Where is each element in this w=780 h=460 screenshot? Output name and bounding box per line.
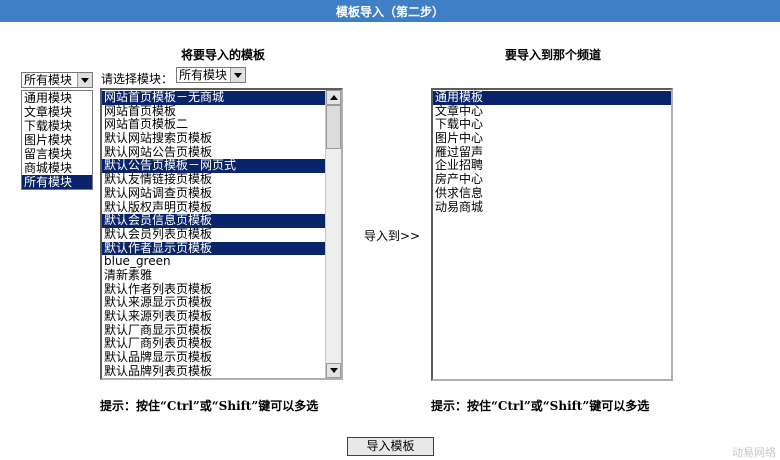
template-option[interactable]: 默认网站调查页模板: [102, 186, 326, 201]
brand-watermark: 动易网络: [732, 446, 776, 459]
channel-option[interactable]: 供求信息: [433, 186, 671, 201]
template-option[interactable]: 默认来源列表页模板: [102, 309, 326, 324]
scroll-up-icon[interactable]: [326, 90, 341, 105]
channel-option[interactable]: 图片中心: [433, 131, 671, 146]
module-option[interactable]: 留言模块: [22, 147, 92, 161]
module-filter-select[interactable]: 所有模块: [176, 67, 246, 83]
right-tip: 提示：按住“Ctrl”或“Shift”键可以多选: [431, 399, 650, 413]
template-option[interactable]: 网站首页模板二: [102, 118, 326, 132]
channel-option[interactable]: 下载中心: [433, 118, 671, 132]
channel-option[interactable]: 动易商城: [433, 200, 671, 215]
channel-listbox[interactable]: 通用模板 文章中心 下载中心 图片中心 雁过留声 企业招聘 房产中心 供求信息 动易商城: [431, 88, 673, 381]
module-option[interactable]: 商城模块: [22, 161, 92, 175]
template-option[interactable]: 网站首页模板: [102, 104, 326, 119]
template-option[interactable]: 默认品牌显示页模板: [102, 350, 326, 365]
module-option[interactable]: 下载模块: [22, 119, 92, 133]
template-option[interactable]: 默认品牌列表页模板: [102, 364, 326, 378]
module-option[interactable]: 所有模块: [22, 175, 92, 189]
chevron-down-icon[interactable]: [230, 68, 245, 82]
template-option[interactable]: 默认来源显示页模板: [102, 296, 326, 310]
template-option[interactable]: 默认友情链接页模板: [102, 172, 326, 187]
template-option[interactable]: 默认会员列表页模板: [102, 227, 326, 242]
left-panel-heading: 将要导入的模板: [181, 48, 266, 62]
module-dropdown-list[interactable]: 通用模块 文章模块 下载模块 图片模块 留言模块 商城模块 所有模块: [21, 90, 93, 190]
channel-option[interactable]: 通用模板: [433, 90, 671, 105]
template-option[interactable]: 网站首页模板－无商城: [102, 90, 326, 105]
template-listbox[interactable]: 网站首页模板－无商城 网站首页模板 网站首页模板二 默认网站搜索页模板 默认网站公告页模…: [100, 88, 343, 380]
import-to-label: 导入到>>: [364, 229, 421, 243]
template-option[interactable]: blue_green: [102, 255, 326, 269]
module-filter-select-value: 所有模块: [179, 68, 228, 82]
module-option[interactable]: 文章模块: [22, 105, 92, 119]
template-option[interactable]: 默认厂商列表页模板: [102, 337, 326, 351]
module-option[interactable]: 图片模块: [22, 133, 92, 147]
page-title: 模板导入（第二步）: [335, 4, 444, 19]
template-option[interactable]: 默认会员信息页模板: [102, 213, 326, 228]
page-title-bar: 模板导入（第二步）: [0, 0, 780, 22]
outer-module-select[interactable]: 所有模块: [21, 72, 93, 88]
scroll-down-icon[interactable]: [326, 363, 341, 378]
module-filter-label: 请选择模块：: [101, 72, 174, 86]
template-option[interactable]: 默认网站搜索页模板: [102, 131, 326, 146]
outer-module-select-value: 所有模块: [24, 73, 73, 87]
scroll-thumb[interactable]: [326, 105, 341, 149]
template-option[interactable]: 默认作者显示页模板: [102, 241, 326, 256]
template-listbox-scrollbar[interactable]: [325, 90, 341, 378]
template-option[interactable]: 清新素雅: [102, 268, 326, 283]
import-template-button[interactable]: 导入模板: [347, 437, 434, 456]
chevron-down-icon[interactable]: [77, 73, 92, 87]
channel-option[interactable]: 房产中心: [433, 172, 671, 187]
left-tip: 提示：按住“Ctrl”或“Shift”键可以多选: [100, 399, 319, 413]
module-option[interactable]: 通用模块: [22, 91, 92, 105]
right-panel-heading: 要导入到那个频道: [505, 48, 602, 62]
